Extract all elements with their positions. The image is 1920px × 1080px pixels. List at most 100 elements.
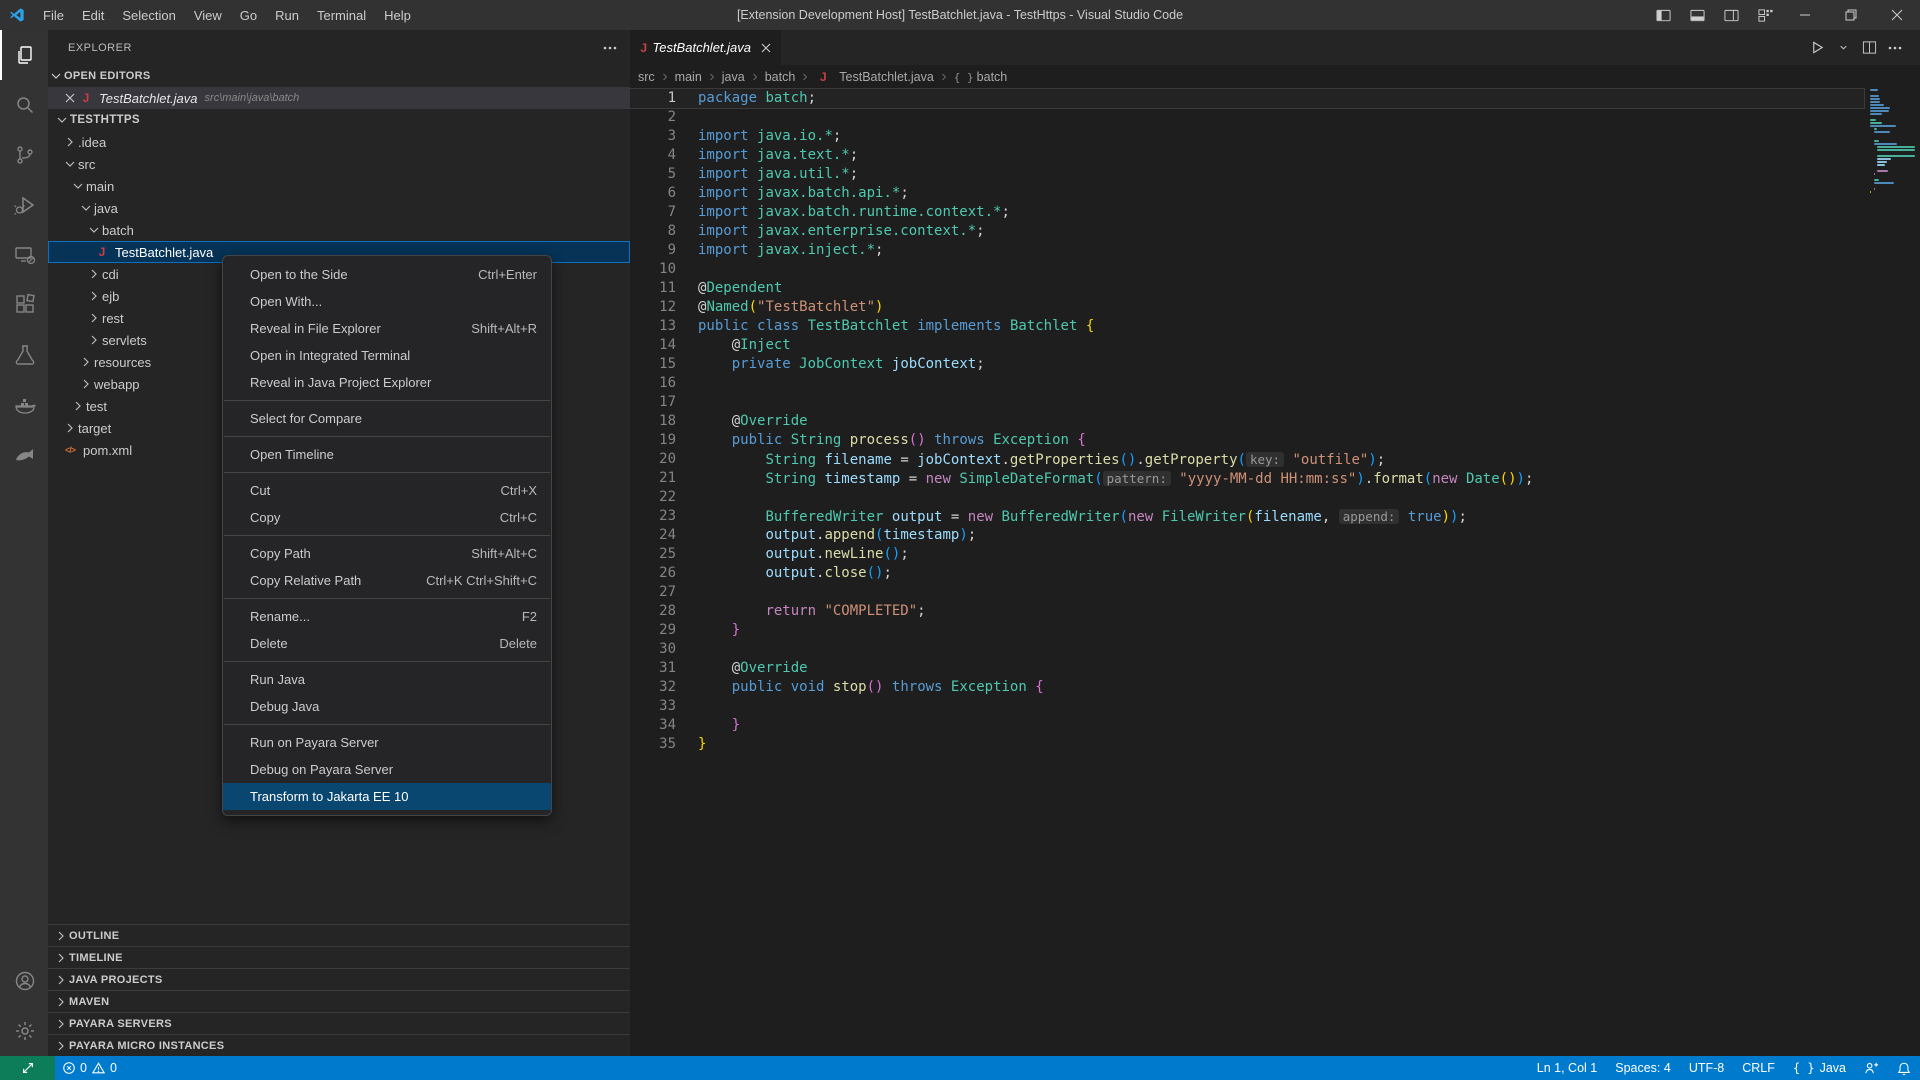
remote-explorer-icon[interactable]	[0, 230, 48, 280]
context-menu-item-cut[interactable]: CutCtrl+X	[223, 477, 551, 504]
panel-outline[interactable]: OUTLINE	[48, 924, 630, 946]
tree-item-main[interactable]: main	[48, 175, 630, 197]
menu-bar: FileEditSelectionViewGoRunTerminalHelp	[34, 0, 420, 30]
context-menu-item-run-java[interactable]: Run Java	[223, 666, 551, 693]
menu-view[interactable]: View	[185, 0, 231, 30]
context-menu-item-debug-on-payara-server[interactable]: Debug on Payara Server	[223, 756, 551, 783]
extensions-icon[interactable]	[0, 280, 48, 330]
breadcrumb-java[interactable]: java	[722, 70, 745, 84]
docker-icon[interactable]	[0, 380, 48, 430]
xml-file-icon: </>	[62, 445, 78, 455]
context-menu-item-run-on-payara-server[interactable]: Run on Payara Server	[223, 729, 551, 756]
warning-count: 0	[110, 1061, 117, 1075]
context-menu-item-copy-path[interactable]: Copy PathShift+Alt+C	[223, 540, 551, 567]
layout-panel-icon[interactable]	[1680, 0, 1714, 30]
tree-item-src[interactable]: src	[48, 153, 630, 175]
menu-help[interactable]: Help	[375, 0, 420, 30]
tab-label: TestBatchlet.java	[652, 40, 751, 55]
minimap[interactable]	[1870, 89, 1912, 194]
context-menu-item-debug-java[interactable]: Debug Java	[223, 693, 551, 720]
tab-testbatchlet[interactable]: J TestBatchlet.java	[630, 30, 782, 65]
tree-item-batch[interactable]: batch	[48, 219, 630, 241]
code-line-34: 34 }	[630, 716, 1920, 735]
payara-icon[interactable]	[0, 430, 48, 480]
menu-run[interactable]: Run	[266, 0, 308, 30]
more-actions-icon[interactable]	[1884, 37, 1906, 59]
breadcrumb-testbatchlet-java[interactable]: JTestBatchlet.java	[815, 70, 934, 84]
panel-java-projects[interactable]: JAVA PROJECTS	[48, 968, 630, 990]
context-menu-item-reveal-in-file-explorer[interactable]: Reveal in File ExplorerShift+Alt+R	[223, 315, 551, 342]
panel-maven[interactable]: MAVEN	[48, 990, 630, 1012]
context-menu-item-open-with-[interactable]: Open With...	[223, 288, 551, 315]
testing-icon[interactable]	[0, 330, 48, 380]
breadcrumb-batch[interactable]: { }batch	[954, 70, 1007, 84]
customize-layout-icon[interactable]	[1748, 0, 1782, 30]
views-more-actions-icon[interactable]	[602, 40, 618, 56]
open-editors-header[interactable]: OPEN EDITORS	[48, 65, 630, 87]
tree-item-java[interactable]: java	[48, 197, 630, 219]
close-icon[interactable]	[1874, 0, 1920, 30]
breadcrumb-batch[interactable]: batch	[765, 70, 796, 84]
close-editor-icon[interactable]	[62, 91, 78, 105]
problems-status[interactable]: 0 0	[55, 1056, 124, 1080]
breadcrumb-src[interactable]: src	[638, 70, 655, 84]
tab-close-icon[interactable]	[759, 41, 773, 55]
panel-timeline[interactable]: TIMELINE	[48, 946, 630, 968]
source-control-icon[interactable]	[0, 130, 48, 180]
split-editor-icon[interactable]	[1858, 37, 1880, 59]
restore-icon[interactable]	[1828, 0, 1874, 30]
tree-item--idea[interactable]: .idea	[48, 131, 630, 153]
context-menu-item-open-timeline[interactable]: Open Timeline	[223, 441, 551, 468]
status-language-mode[interactable]: { }Java	[1784, 1056, 1855, 1080]
code-line-6: 6import javax.batch.api.*;	[630, 184, 1920, 203]
menu-separator	[224, 400, 550, 401]
status-cursor-position[interactable]: Ln 1, Col 1	[1528, 1056, 1606, 1080]
status-indentation[interactable]: Spaces: 4	[1606, 1056, 1680, 1080]
context-menu-item-copy[interactable]: CopyCtrl+C	[223, 504, 551, 531]
run-dropdown-icon[interactable]	[1832, 37, 1854, 59]
settings-icon[interactable]	[0, 1006, 48, 1056]
context-menu-item-select-for-compare[interactable]: Select for Compare	[223, 405, 551, 432]
open-editor-item[interactable]: J TestBatchlet.java src\main\java\batch	[48, 87, 630, 109]
context-menu-item-transform-to-jakarta-ee-10[interactable]: Transform to Jakarta EE 10	[223, 783, 551, 810]
panel-payara-micro-instances[interactable]: PAYARA MICRO INSTANCES	[48, 1034, 630, 1056]
context-menu-item-copy-relative-path[interactable]: Copy Relative PathCtrl+K Ctrl+Shift+C	[223, 567, 551, 594]
code-line-33: 33	[630, 697, 1920, 716]
run-and-debug-icon[interactable]	[0, 180, 48, 230]
search-icon[interactable]	[0, 80, 48, 130]
status-encoding[interactable]: UTF-8	[1680, 1056, 1733, 1080]
tab-bar: J TestBatchlet.java	[630, 30, 1920, 65]
menu-selection[interactable]: Selection	[113, 0, 184, 30]
status-bar-right: Ln 1, Col 1Spaces: 4UTF-8CRLF{ }Java	[1528, 1056, 1920, 1080]
explorer-icon[interactable]	[0, 30, 48, 80]
status-notifications[interactable]	[1888, 1056, 1920, 1080]
code-line-3: 3import java.io.*;	[630, 127, 1920, 146]
panel-payara-servers[interactable]: PAYARA SERVERS	[48, 1012, 630, 1034]
layout-sidebar-right-icon[interactable]	[1714, 0, 1748, 30]
open-editor-name: TestBatchlet.java	[99, 91, 198, 106]
code-line-8: 8import javax.enterprise.context.*;	[630, 222, 1920, 241]
remote-indicator[interactable]	[0, 1056, 55, 1080]
minimize-icon[interactable]	[1782, 0, 1828, 30]
context-menu-item-open-to-the-side[interactable]: Open to the SideCtrl+Enter	[223, 261, 551, 288]
code-editor[interactable]: 1package batch;23import java.io.*;4impor…	[630, 89, 1920, 1056]
warning-icon	[91, 1061, 106, 1075]
status-eol[interactable]: CRLF	[1733, 1056, 1784, 1080]
code-line-14: 14 @Inject	[630, 336, 1920, 355]
java-file-icon: J	[78, 91, 94, 105]
context-menu-item-open-in-integrated-terminal[interactable]: Open in Integrated Terminal	[223, 342, 551, 369]
run-icon[interactable]	[1806, 37, 1828, 59]
tree-item-testhttps[interactable]: TESTHTTPS	[48, 109, 630, 131]
menu-file[interactable]: File	[34, 0, 73, 30]
menu-edit[interactable]: Edit	[73, 0, 113, 30]
context-menu-item-delete[interactable]: DeleteDelete	[223, 630, 551, 657]
activity-bar	[0, 30, 48, 1056]
layout-sidebar-left-icon[interactable]	[1646, 0, 1680, 30]
menu-terminal[interactable]: Terminal	[308, 0, 375, 30]
accounts-icon[interactable]	[0, 956, 48, 1006]
context-menu-item-reveal-in-java-project-explorer[interactable]: Reveal in Java Project Explorer	[223, 369, 551, 396]
status-feedback[interactable]	[1855, 1056, 1888, 1080]
context-menu-item-rename-[interactable]: Rename...F2	[223, 603, 551, 630]
breadcrumb-main[interactable]: main	[675, 70, 702, 84]
menu-go[interactable]: Go	[231, 0, 266, 30]
